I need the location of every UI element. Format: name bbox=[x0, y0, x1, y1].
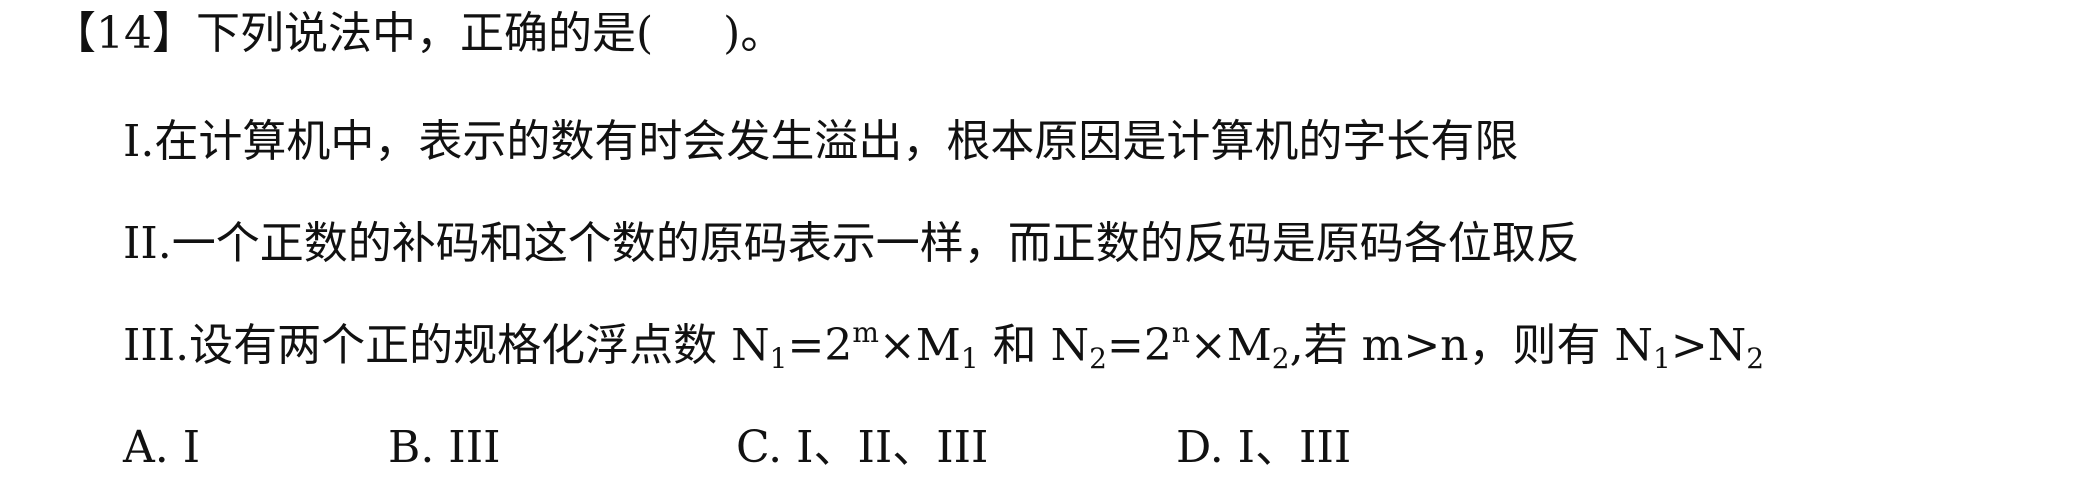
question-text: 下列说法中，正确的是( bbox=[196, 8, 654, 59]
subscript: 1 bbox=[1653, 342, 1671, 375]
option-c[interactable]: C. I、II、III bbox=[736, 420, 988, 476]
and-n: 和 N bbox=[978, 320, 1090, 371]
question-bracket-open: 【 bbox=[52, 8, 96, 59]
statement-3-prefix: III.设有两个正的规格化浮点数 N bbox=[123, 320, 770, 371]
statement-3: III.设有两个正的规格化浮点数 N1=2m×M1 和 N2=2n×M2,若 m… bbox=[123, 318, 1764, 374]
subscript: 2 bbox=[1271, 342, 1290, 375]
condition-text: ,若 m>n，则有 N bbox=[1289, 320, 1654, 371]
subscript: 1 bbox=[960, 342, 979, 375]
times-m: ×M bbox=[1189, 320, 1272, 371]
subscript: 1 bbox=[769, 342, 788, 375]
superscript: n bbox=[1171, 316, 1190, 349]
question-stem: 【14】下列说法中，正确的是( )。 bbox=[52, 6, 784, 62]
option-a[interactable]: A. I bbox=[123, 420, 200, 476]
question-number: 14 bbox=[96, 8, 152, 59]
superscript: m bbox=[852, 316, 879, 349]
equals-two: =2 bbox=[787, 320, 853, 371]
subscript: 2 bbox=[1089, 342, 1107, 375]
option-d[interactable]: D. I、III bbox=[1176, 420, 1351, 476]
statement-2: II.一个正数的补码和这个数的原码表示一样，而正数的反码是原码各位取反 bbox=[123, 218, 1580, 269]
statement-1: I.在计算机中，表示的数有时会发生溢出，根本原因是计算机的字长有限 bbox=[123, 116, 1519, 167]
times-m: ×M bbox=[878, 320, 961, 371]
question-bracket-close: 】 bbox=[152, 8, 196, 59]
option-b[interactable]: B. III bbox=[388, 420, 500, 476]
greater-than-n: >N bbox=[1670, 320, 1747, 371]
subscript: 2 bbox=[1746, 342, 1765, 375]
equals-two: =2 bbox=[1106, 320, 1172, 371]
question-text-end: )。 bbox=[723, 8, 785, 59]
